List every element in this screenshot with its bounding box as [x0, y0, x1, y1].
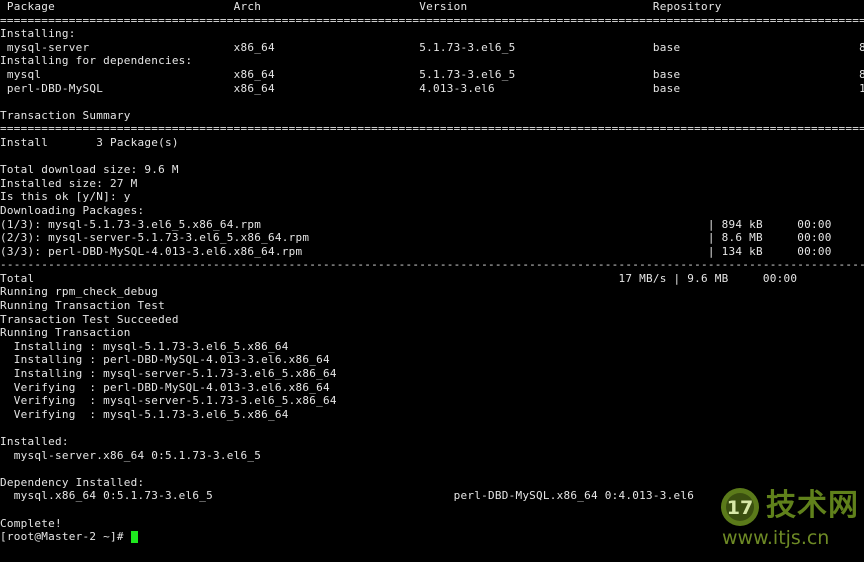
- terminal-output: Package Arch Version Repository Size ====…: [0, 0, 864, 530]
- terminal-line: (2/3): mysql-server-5.1.73-3.el6_5.x86_6…: [0, 231, 832, 245]
- terminal-line: Installing : mysql-5.1.73-3.el6_5.x86_64…: [0, 339, 864, 353]
- terminal-line: Running rpm_check_debug: [0, 285, 159, 299]
- terminal-line: Package Arch Version Repository Size: [0, 0, 864, 13]
- watermark-title: 技术网: [766, 488, 859, 523]
- terminal-line: mysql-server x86_64 5.1.73-3.el6_5 base …: [0, 40, 864, 54]
- terminal-line: Installing : perl-DBD-MySQL-4.013-3.el6.…: [0, 353, 864, 367]
- terminal-line: Installing:: [0, 27, 76, 41]
- terminal-cursor: [130, 530, 138, 543]
- terminal-line: Running Transaction Test: [0, 299, 165, 313]
- terminal-line: ========================================…: [0, 13, 864, 27]
- terminal-line: Running Transaction: [0, 326, 131, 340]
- terminal-line: Is this ok [y/N]: y: [0, 190, 131, 204]
- terminal-line: Installing for dependencies:: [0, 54, 193, 68]
- terminal-line: Verifying : mysql-5.1.73-3.el6_5.x86_64 …: [0, 407, 864, 421]
- watermark-logo-icon: 17: [721, 488, 759, 526]
- terminal-line: mysql x86_64 5.1.73-3.el6_5 base 894 k: [0, 67, 864, 81]
- terminal-line: Installed:: [0, 435, 69, 448]
- terminal-line: Transaction Test Succeeded: [0, 312, 179, 326]
- watermark-logo-text: 17: [727, 497, 753, 519]
- terminal-line: (3/3): perl-DBD-MySQL-4.013-3.el6.x86_64…: [0, 244, 832, 258]
- terminal-line: ========================================…: [0, 122, 864, 136]
- terminal-line: Transaction Summary: [0, 108, 131, 122]
- terminal-window[interactable]: Package Arch Version Repository Size ====…: [0, 0, 864, 562]
- shell-prompt: [root@Master-2 ~]#: [0, 530, 131, 544]
- terminal-line: Total download size: 9.6 M: [0, 163, 179, 177]
- terminal-line: Installed size: 27 M: [0, 176, 138, 190]
- terminal-line: perl-DBD-MySQL x86_64 4.013-3.el6 base 1…: [0, 81, 864, 95]
- terminal-line: Verifying : mysql-server-5.1.73-3.el6_5.…: [0, 394, 864, 408]
- terminal-line: Install 3 Package(s): [0, 135, 179, 149]
- terminal-line: (1/3): mysql-5.1.73-3.el6_5.x86_64.rpm |…: [0, 217, 832, 231]
- terminal-line: mysql-server.x86_64 0:5.1.73-3.el6_5: [0, 448, 262, 462]
- terminal-line: Downloading Packages:: [0, 203, 145, 217]
- site-watermark: 17 技术网 www.itjs.cn: [714, 483, 862, 559]
- terminal-line: Verifying : perl-DBD-MySQL-4.013-3.el6.x…: [0, 380, 864, 394]
- watermark-url: www.itjs.cn: [722, 527, 830, 549]
- terminal-line: Installing : mysql-server-5.1.73-3.el6_5…: [0, 367, 864, 381]
- terminal-line: ----------------------------------------…: [0, 258, 864, 272]
- terminal-line: Total 17 MB/s | 9.6 MB 00:00: [0, 271, 798, 285]
